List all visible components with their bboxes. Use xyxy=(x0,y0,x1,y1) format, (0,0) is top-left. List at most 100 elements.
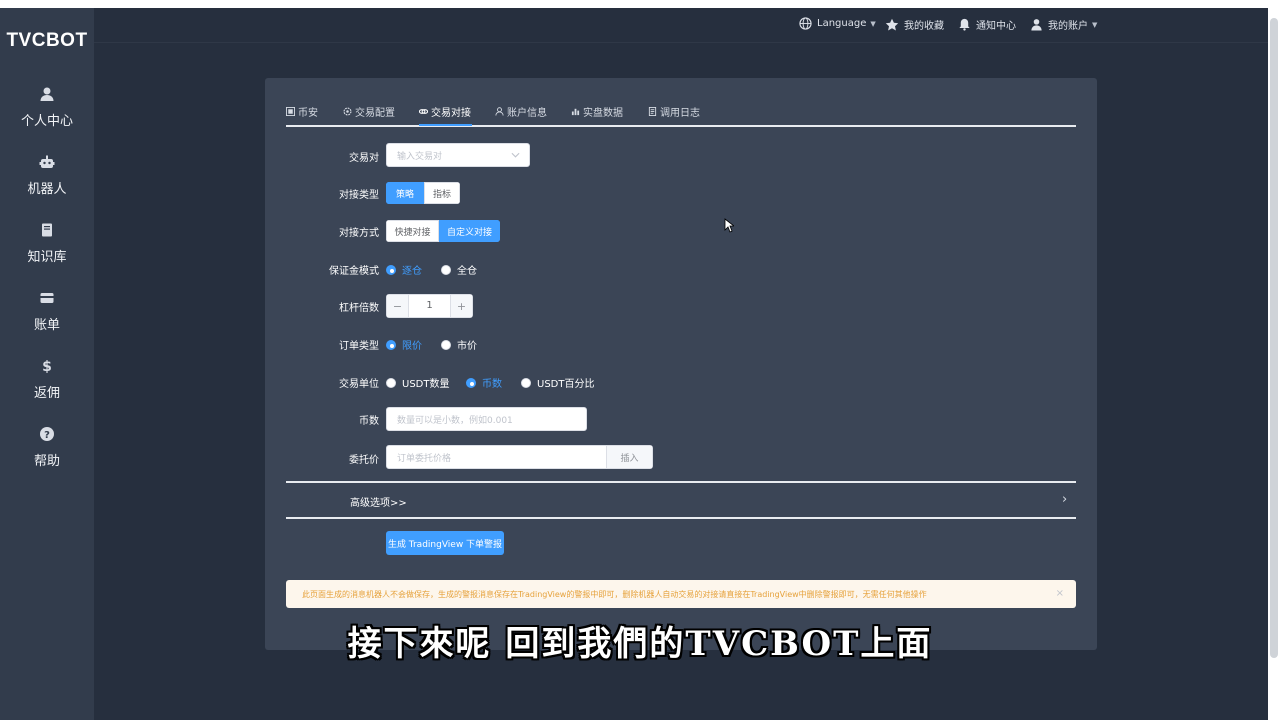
coin-amount-label: 币数 xyxy=(359,416,379,427)
sidebar-item-help[interactable]: ? 帮助 xyxy=(0,426,94,469)
tab-label: 调用日志 xyxy=(660,108,700,119)
sidebar-item-rebate[interactable]: $ 返佣 xyxy=(0,358,94,401)
account-menu[interactable]: 我的账户 ▼ xyxy=(1030,17,1097,32)
svg-text:?: ? xyxy=(44,430,50,441)
user-icon xyxy=(40,87,54,101)
mouse-cursor-icon xyxy=(724,218,734,233)
margin-mode-label: 保证金模式 xyxy=(329,266,379,277)
dock-method-quick[interactable]: 快捷对接 xyxy=(386,220,439,242)
link-icon xyxy=(419,109,428,114)
notifications-link[interactable]: 通知中心 xyxy=(958,17,1016,32)
leverage-decrement-button[interactable]: − xyxy=(387,295,409,317)
leverage-increment-button[interactable]: + xyxy=(450,295,472,317)
radio-dot xyxy=(386,377,396,388)
alert-text: 此页面生成的消息机器人不会做保存，生成的警报消息保存在TradingView的警… xyxy=(302,589,927,599)
trade-unit-usdt-percent-radio[interactable]: USDT百分比 xyxy=(521,375,594,390)
radio-label: USDT百分比 xyxy=(537,379,595,390)
sidebar-item-label: 知识库 xyxy=(27,250,67,265)
insert-button[interactable]: 插入 xyxy=(606,446,652,468)
language-label: Language xyxy=(817,18,867,29)
exchange-icon xyxy=(286,107,295,116)
dock-type-label: 对接类型 xyxy=(339,190,379,201)
chevron-right-icon[interactable]: › xyxy=(1062,492,1067,507)
close-icon[interactable]: × xyxy=(1056,588,1064,599)
robot-icon xyxy=(39,155,55,168)
dock-method-label: 对接方式 xyxy=(339,228,379,239)
tab-bar: 币安 交易配置 交易对接 账户信息 实盘数据 调用日志 xyxy=(286,102,1076,127)
dock-method-custom[interactable]: 自定义对接 xyxy=(439,220,500,242)
topbar-divider xyxy=(94,42,1268,43)
user-icon xyxy=(1031,19,1042,31)
tab-label: 实盘数据 xyxy=(583,108,623,119)
trade-unit-coin-radio[interactable]: 币数 xyxy=(466,375,502,390)
leverage-stepper: − 1 + xyxy=(386,294,473,318)
pair-select[interactable]: 输入交易对 xyxy=(386,143,530,167)
entrust-price-label: 委托价 xyxy=(349,455,379,466)
divider-bottom xyxy=(286,517,1076,519)
radio-label: 限价 xyxy=(402,341,422,352)
sidebar-item-profile[interactable]: 个人中心 xyxy=(0,86,94,129)
caret-down-icon: ▼ xyxy=(870,19,876,28)
margin-mode-cross-radio[interactable]: 全仓 xyxy=(441,262,477,277)
book-icon xyxy=(42,223,52,237)
margin-mode-isolated-radio[interactable]: 逐仓 xyxy=(386,262,422,277)
top-edge xyxy=(0,0,1280,8)
advanced-options-toggle[interactable]: 高级选项>> xyxy=(350,494,407,509)
sidebar-item-label: 机器人 xyxy=(27,182,67,197)
sidebar-item-robot[interactable]: 机器人 xyxy=(0,154,94,197)
leverage-value[interactable]: 1 xyxy=(409,295,450,317)
caret-down-icon: ▼ xyxy=(1092,20,1098,29)
account-label: 我的账户 xyxy=(1048,21,1088,32)
tab-label: 交易对接 xyxy=(431,108,471,119)
radio-label: 币数 xyxy=(482,379,502,390)
trade-unit-label: 交易单位 xyxy=(339,379,379,390)
bell-icon xyxy=(959,18,970,31)
topbar: Language ▼ 我的收藏 通知中心 我的账户 ▼ xyxy=(94,8,1268,44)
coin-amount-input[interactable]: 数量可以是小数，例如0.001 xyxy=(386,407,587,431)
dollar-icon: $ xyxy=(42,359,52,374)
order-type-label: 订单类型 xyxy=(339,341,379,352)
favorites-link[interactable]: 我的收藏 xyxy=(885,17,944,32)
sidebar-item-label: 个人中心 xyxy=(20,114,73,129)
bill-icon xyxy=(40,293,54,303)
radio-dot xyxy=(386,264,396,275)
warning-alert: 此页面生成的消息机器人不会做保存，生成的警报消息保存在TradingView的警… xyxy=(286,580,1076,608)
entrust-price-input[interactable]: 订单委托价格 插入 xyxy=(386,445,653,469)
dock-type-strategy[interactable]: 策略 xyxy=(386,182,424,204)
language-menu[interactable]: Language ▼ xyxy=(799,17,876,30)
scrollbar-thumb[interactable] xyxy=(1270,18,1278,658)
radio-label: 逐仓 xyxy=(402,266,422,277)
favorites-label: 我的收藏 xyxy=(904,21,944,32)
tab-label: 交易配置 xyxy=(355,108,395,119)
video-subtitle: 接下來呢 回到我們的TVCBOT上面 xyxy=(347,624,933,664)
trade-integration-panel: 币安 交易配置 交易对接 账户信息 实盘数据 调用日志 交易对 输入交易对 对接… xyxy=(265,78,1097,650)
gear-icon xyxy=(343,107,352,116)
order-type-market-radio[interactable]: 市价 xyxy=(441,337,477,352)
radio-label: USDT数量 xyxy=(402,379,450,390)
dock-type-toggle: 策略 指标 xyxy=(386,182,460,204)
order-type-limit-radio[interactable]: 限价 xyxy=(386,337,422,352)
scrollbar-track[interactable] xyxy=(1268,8,1280,720)
generate-alert-button[interactable]: 生成 TradingView 下单警报 xyxy=(386,531,504,555)
tab-live-data[interactable]: 实盘数据 xyxy=(571,104,623,119)
active-tab-indicator xyxy=(419,124,472,126)
tab-binance[interactable]: 币安 xyxy=(286,104,318,119)
sidebar-item-knowledge[interactable]: 知识库 xyxy=(0,222,94,265)
sidebar-item-label: 帮助 xyxy=(33,454,60,469)
dock-type-indicator[interactable]: 指标 xyxy=(424,182,460,204)
pair-placeholder: 输入交易对 xyxy=(397,151,443,162)
tab-trade-integration[interactable]: 交易对接 xyxy=(419,104,471,119)
divider-top xyxy=(286,481,1076,483)
leverage-label: 杠杆倍数 xyxy=(339,303,379,314)
tab-account-info[interactable]: 账户信息 xyxy=(495,104,547,119)
brand-logo: TVCBOT xyxy=(6,30,88,51)
tab-call-log[interactable]: 调用日志 xyxy=(648,104,700,119)
help-icon: ? xyxy=(40,427,54,441)
tab-label: 账户信息 xyxy=(507,108,547,119)
trade-unit-usdt-amount-radio[interactable]: USDT数量 xyxy=(386,375,449,390)
sidebar-item-bill[interactable]: 账单 xyxy=(0,290,94,333)
tab-trade-config[interactable]: 交易配置 xyxy=(343,104,395,119)
radio-label: 市价 xyxy=(457,341,477,352)
svg-text:$: $ xyxy=(42,359,52,374)
user-icon xyxy=(495,107,504,116)
